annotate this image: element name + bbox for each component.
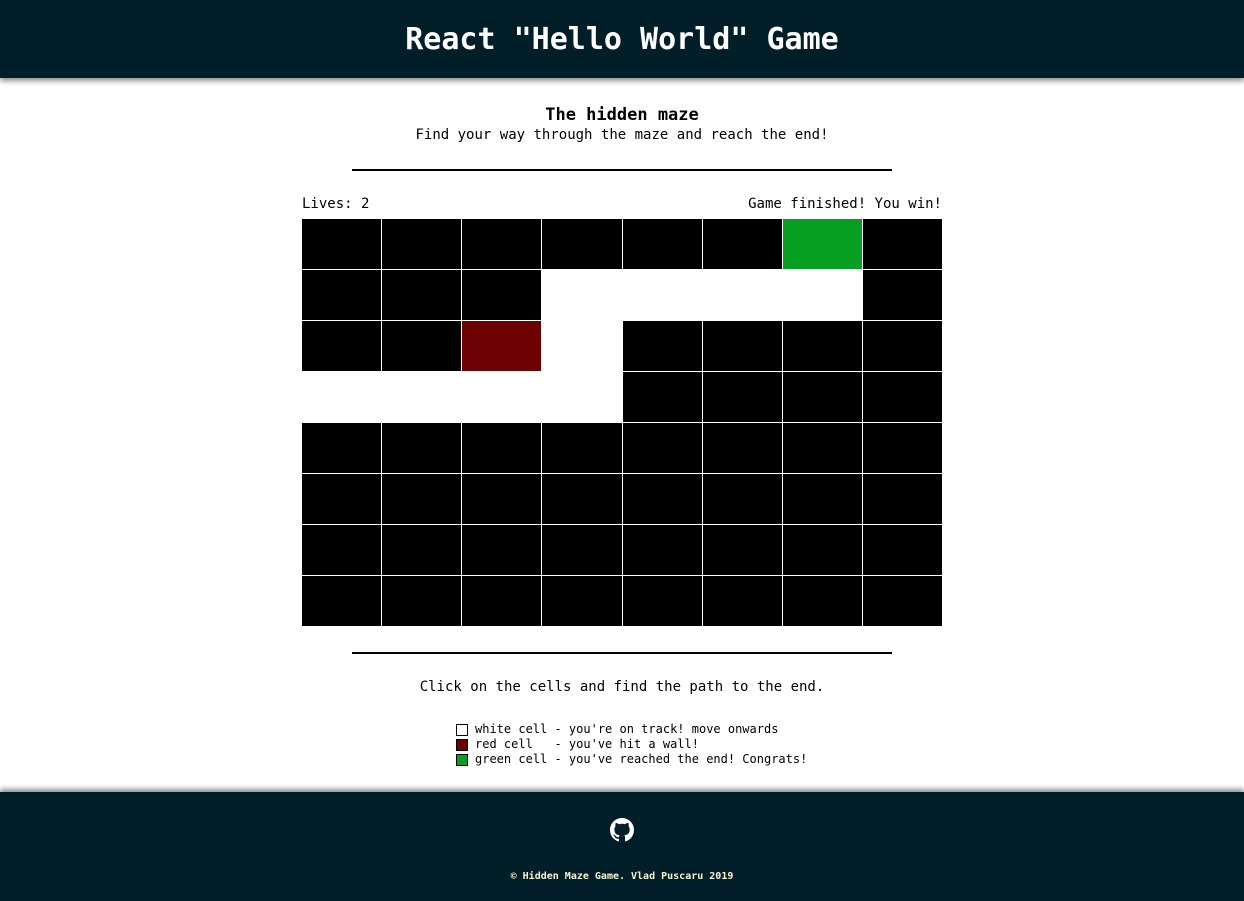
maze-cell-white[interactable] bbox=[542, 372, 622, 422]
maze-cell-black[interactable] bbox=[382, 525, 462, 575]
maze-cell-black[interactable] bbox=[782, 525, 862, 575]
maze-cell-black[interactable] bbox=[382, 270, 462, 320]
maze-cell-black[interactable] bbox=[782, 372, 862, 422]
maze-cell-white[interactable] bbox=[622, 270, 702, 320]
maze-cell-white[interactable] bbox=[542, 270, 622, 320]
game-intro: The hidden maze Find your way through th… bbox=[0, 104, 1244, 144]
maze-cell-black[interactable] bbox=[622, 576, 702, 626]
maze-cell-black[interactable] bbox=[702, 219, 782, 269]
maze-cell-black[interactable] bbox=[782, 474, 862, 524]
maze-cell-black[interactable] bbox=[862, 474, 942, 524]
maze-cell-black[interactable] bbox=[622, 423, 702, 473]
maze-cell-black[interactable] bbox=[302, 474, 382, 524]
maze-cell-black[interactable] bbox=[542, 219, 622, 269]
legend-label: green cell - you've reached the end! Con… bbox=[475, 752, 808, 766]
maze-cell-black[interactable] bbox=[382, 474, 462, 524]
maze-cell-black[interactable] bbox=[462, 525, 542, 575]
maze-cell-black[interactable] bbox=[622, 321, 702, 371]
maze-cell-black[interactable] bbox=[862, 423, 942, 473]
maze-cell-black[interactable] bbox=[542, 423, 622, 473]
maze-cell-black[interactable] bbox=[622, 525, 702, 575]
maze-cell-black[interactable] bbox=[622, 219, 702, 269]
instruction-text: Click on the cells and find the path to … bbox=[419, 679, 825, 695]
green-swatch bbox=[456, 753, 468, 766]
maze-cell-black[interactable] bbox=[462, 576, 542, 626]
legend-label: red cell - you've hit a wall! bbox=[475, 737, 699, 751]
maze-cell-black[interactable] bbox=[542, 576, 622, 626]
maze-cell-black[interactable] bbox=[302, 321, 382, 371]
github-icon[interactable] bbox=[610, 818, 634, 842]
top-divider bbox=[352, 169, 892, 171]
maze-cell-black[interactable] bbox=[302, 423, 382, 473]
page-title: React "Hello World" Game bbox=[405, 21, 839, 57]
maze-cell-black[interactable] bbox=[542, 525, 622, 575]
page-footer: © Hidden Maze Game. Vlad Puscaru 2019 bbox=[0, 792, 1244, 901]
maze-cell-black[interactable] bbox=[382, 321, 462, 371]
bottom-divider bbox=[352, 652, 892, 654]
maze-cell-black[interactable] bbox=[862, 525, 942, 575]
maze-cell-black[interactable] bbox=[302, 525, 382, 575]
maze-cell-black[interactable] bbox=[702, 321, 782, 371]
maze-cell-black[interactable] bbox=[862, 270, 942, 320]
maze-cell-black[interactable] bbox=[382, 423, 462, 473]
maze-cell-black[interactable] bbox=[702, 525, 782, 575]
maze-cell-black[interactable] bbox=[462, 270, 542, 320]
maze-cell-green[interactable] bbox=[782, 219, 862, 269]
legend-item-green: green cell - you've reached the end! Con… bbox=[456, 752, 807, 767]
maze-cell-black[interactable] bbox=[462, 219, 542, 269]
legend: white cell - you're on track! move onwar… bbox=[456, 722, 807, 767]
maze-cell-black[interactable] bbox=[782, 576, 862, 626]
maze-cell-black[interactable] bbox=[622, 372, 702, 422]
maze-cell-white[interactable] bbox=[382, 372, 462, 422]
maze-cell-black[interactable] bbox=[702, 576, 782, 626]
maze-cell-black[interactable] bbox=[302, 270, 382, 320]
maze-cell-black[interactable] bbox=[302, 576, 382, 626]
maze-cell-black[interactable] bbox=[862, 372, 942, 422]
legend-label: white cell - you're on track! move onwar… bbox=[475, 722, 779, 736]
maze-cell-white[interactable] bbox=[462, 372, 542, 422]
maze-cell-black[interactable] bbox=[862, 321, 942, 371]
maze-cell-black[interactable] bbox=[862, 219, 942, 269]
maze-cell-black[interactable] bbox=[382, 219, 462, 269]
maze-cell-black[interactable] bbox=[622, 474, 702, 524]
copyright-text: © Hidden Maze Game. Vlad Puscaru 2019 bbox=[510, 871, 734, 882]
legend-item-white: white cell - you're on track! move onwar… bbox=[456, 722, 807, 737]
maze-cell-black[interactable] bbox=[462, 474, 542, 524]
maze-grid bbox=[302, 219, 942, 626]
maze-cell-white[interactable] bbox=[782, 270, 862, 320]
game-status: Lives: 2 Game finished! You win! bbox=[302, 196, 942, 212]
maze-cell-black[interactable] bbox=[862, 576, 942, 626]
lives-counter: Lives: 2 bbox=[302, 196, 370, 212]
maze-cell-black[interactable] bbox=[302, 219, 382, 269]
red-swatch bbox=[456, 738, 468, 751]
maze-cell-black[interactable] bbox=[542, 474, 622, 524]
maze-cell-white[interactable] bbox=[542, 321, 622, 371]
maze-cell-black[interactable] bbox=[782, 321, 862, 371]
maze-cell-black[interactable] bbox=[702, 372, 782, 422]
maze-cell-black[interactable] bbox=[382, 576, 462, 626]
game-message: Game finished! You win! bbox=[748, 196, 942, 212]
maze-cell-black[interactable] bbox=[462, 423, 542, 473]
maze-cell-white[interactable] bbox=[702, 270, 782, 320]
maze-cell-black[interactable] bbox=[702, 474, 782, 524]
white-swatch bbox=[456, 723, 468, 736]
game-title: The hidden maze bbox=[545, 105, 699, 125]
maze-cell-white[interactable] bbox=[302, 372, 382, 422]
maze-cell-black[interactable] bbox=[702, 423, 782, 473]
game-subtitle: Find your way through the maze and reach… bbox=[415, 127, 829, 143]
legend-item-red: red cell - you've hit a wall! bbox=[456, 737, 807, 752]
maze-cell-red[interactable] bbox=[462, 321, 542, 371]
page-header: React "Hello World" Game bbox=[0, 0, 1244, 78]
maze-cell-black[interactable] bbox=[782, 423, 862, 473]
